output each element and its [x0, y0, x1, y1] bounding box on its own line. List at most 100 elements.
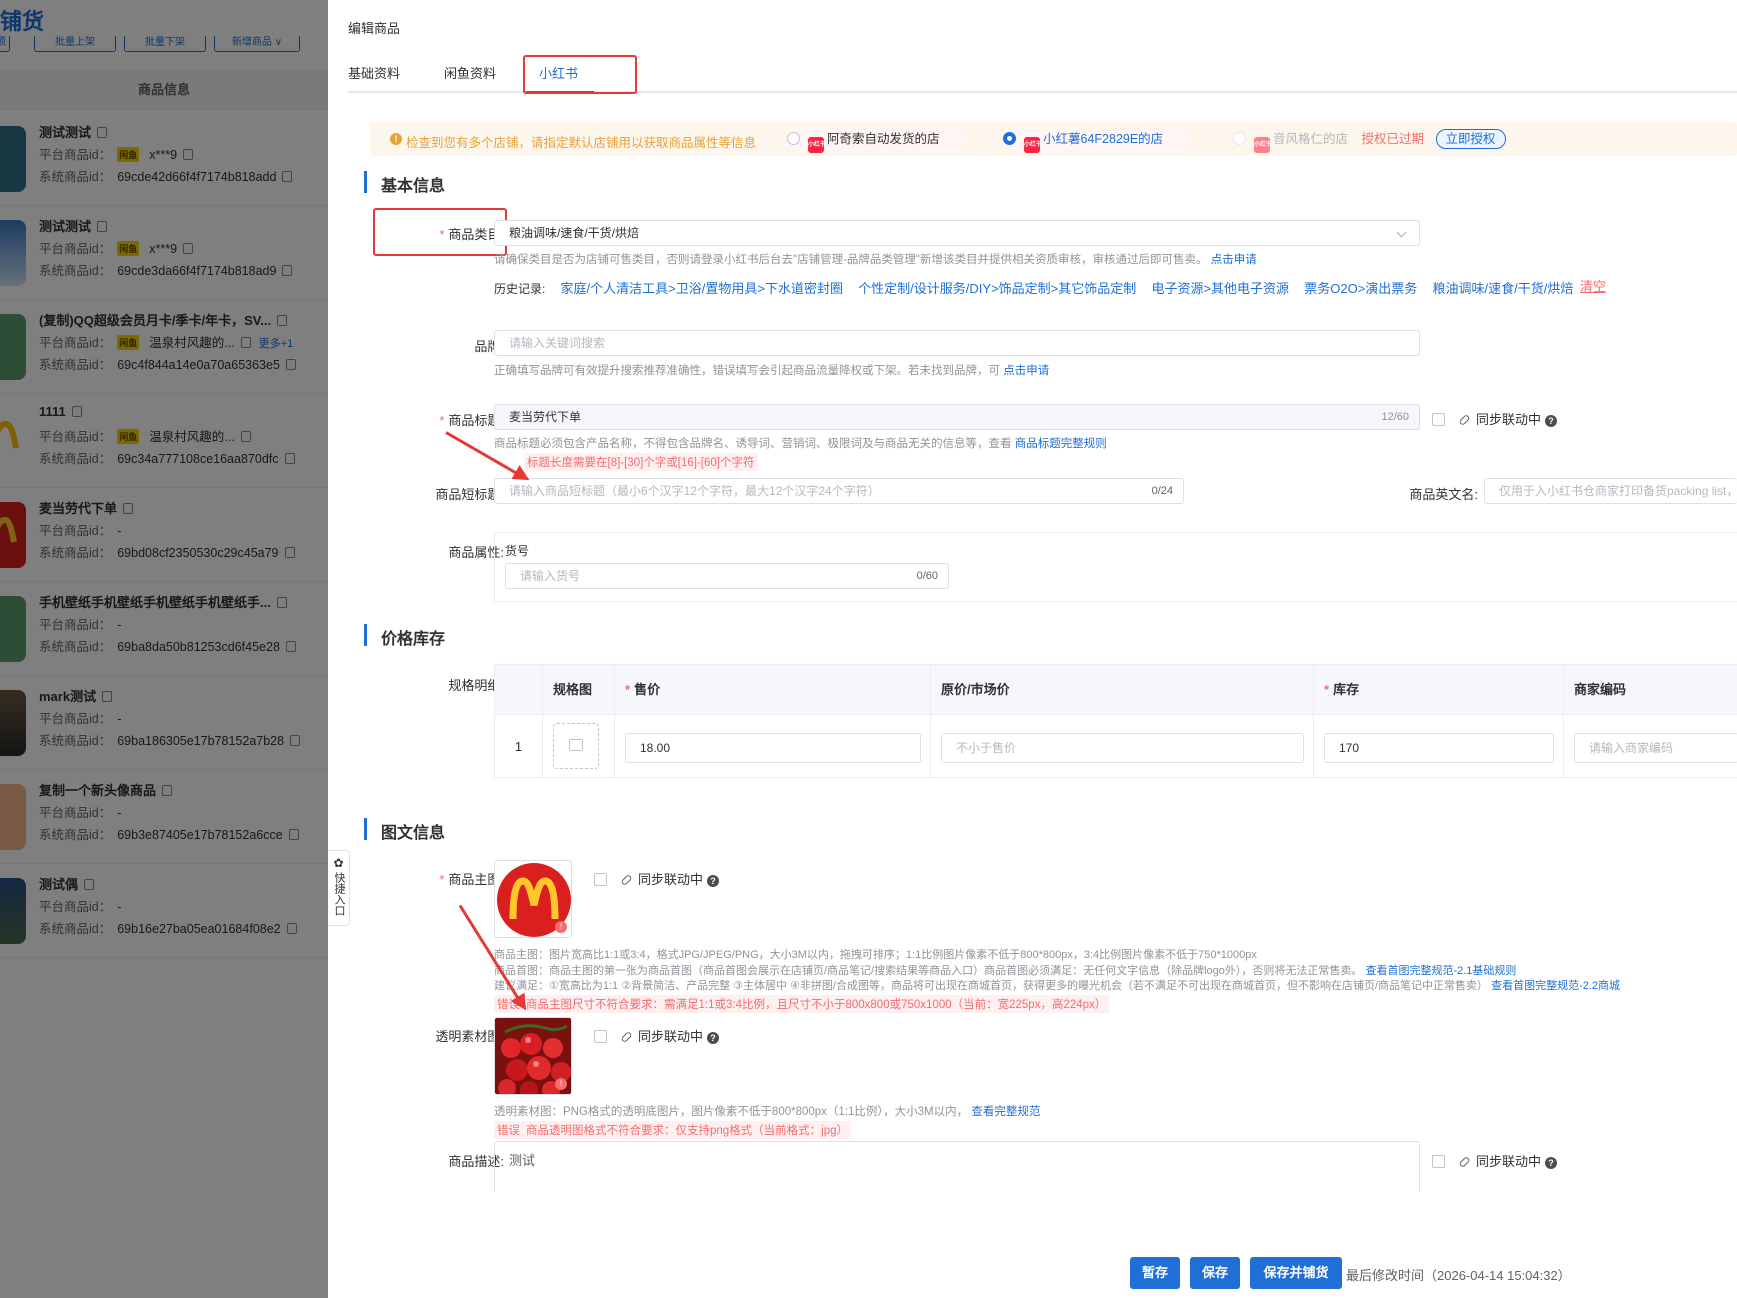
table-header-spec-image: 规格图 — [543, 665, 615, 715]
transparent-image-sync-toggle[interactable]: 同步联动中? — [594, 1026, 720, 1045]
sync-checkbox[interactable] — [1432, 413, 1445, 426]
draft-button[interactable]: 暂存 — [1130, 1257, 1180, 1289]
merchant-code-cell: 请输入商家编码 — [1564, 715, 1737, 778]
history-item[interactable]: 票务O2O>演出票务 — [1304, 281, 1417, 296]
apply-brand-link[interactable]: 点击申请 — [1003, 365, 1049, 377]
overlay-mask[interactable] — [0, 0, 328, 1298]
help-icon[interactable]: ? — [1545, 1157, 1558, 1169]
english-name-input[interactable]: 仅用于入小红书仓商家打印备货packing list， — [1484, 478, 1737, 504]
help-icon[interactable]: ? — [707, 875, 720, 887]
orig-price-input[interactable]: 不小于售价 — [941, 733, 1304, 763]
section-price-stock: 价格库存 — [364, 624, 445, 649]
tab-xianyu-info[interactable]: 闲鱼资料 — [444, 63, 496, 82]
spec-image-upload[interactable] — [553, 723, 599, 769]
table-row-index: 1 — [495, 715, 543, 778]
description-sync-toggle[interactable]: 同步联动中? — [1432, 1151, 1558, 1170]
short-title-input[interactable]: 请输入商品短标题（最小6个汉字12个字符，最大12个汉字24个字符） 0/24 — [494, 478, 1184, 504]
title-label: * 商品标题: — [439, 413, 504, 428]
quick-entry-label: 快捷入口 — [333, 872, 345, 916]
sync-checkbox[interactable] — [594, 1030, 607, 1043]
radio-icon[interactable] — [1233, 132, 1246, 145]
brand-search-input[interactable]: 请输入关键词搜索 — [494, 330, 1420, 356]
description-label: 商品描述: — [448, 1154, 504, 1169]
main-image-rules-link[interactable]: 查看首图完整规范-2.1基础规则 — [1365, 965, 1516, 977]
shop-option-3[interactable]: 小红书音风格仁的店 授权已过期 立即授权 — [1233, 129, 1523, 153]
main-image-thumbnail[interactable]: ! — [494, 860, 572, 938]
history-item[interactable]: 家庭/个人清洁工具>卫浴/置物用具>下水道密封圈 — [561, 281, 843, 296]
link-icon — [1458, 413, 1471, 427]
history-label: 历史记录: — [494, 282, 546, 296]
stock-input[interactable]: 170 — [1324, 733, 1554, 763]
main-image-sync-toggle[interactable]: 同步联动中? — [594, 869, 720, 888]
shop-notice-bar: ! 检查到您有多个店铺，请指定默认店铺用以获取商品属性等信息 小红书阿奇索自动发… — [370, 122, 1737, 156]
short-title-char-count: 0/24 — [1151, 485, 1173, 497]
save-and-publish-button[interactable]: 保存并铺货 — [1250, 1257, 1342, 1289]
sync-checkbox[interactable] — [594, 873, 607, 886]
brand-label: 品牌: — [474, 339, 504, 354]
transparent-image-thumbnail[interactable]: ! — [494, 1017, 572, 1095]
spec-image-cell — [543, 715, 615, 778]
english-name-label: 商品英文名: — [1409, 487, 1478, 502]
radio-icon[interactable] — [787, 132, 800, 145]
description-textarea[interactable]: 测试 — [494, 1141, 1420, 1191]
gear-icon: ✿ — [333, 856, 344, 870]
sku-input[interactable]: 请输入货号 0/60 — [505, 563, 949, 589]
main-image-hint-1: 商品主图：图片宽高比1:1或3:4，格式JPG/JPEG/PNG，大小3M以内，… — [494, 949, 1257, 961]
section-media-info: 图文信息 — [364, 818, 445, 843]
transparent-image-hint: 透明素材图：PNG格式的透明底图片，图片像素不低于800*800px（1:1比例… — [494, 1106, 1041, 1118]
attributes-label: 商品属性: — [448, 545, 504, 560]
tab-basic-info[interactable]: 基础资料 — [348, 63, 400, 82]
orig-price-cell: 不小于售价 — [931, 715, 1314, 778]
chevron-down-icon — [1396, 227, 1407, 238]
shop-option-2[interactable]: 小红书小红薯64F2829E的店 — [1003, 129, 1193, 153]
short-title-label: 商品短标题: — [435, 487, 504, 502]
sku-label: 货号 — [505, 544, 530, 558]
main-image-label: * 商品主图: — [439, 872, 504, 887]
link-icon — [620, 873, 633, 887]
history-item[interactable]: 粮油调味/速食/干货/烘焙 — [1433, 281, 1574, 296]
sku-char-count: 0/60 — [916, 570, 938, 582]
transparent-image-error: 错误 商品透明图格式不符合要求：仅支持png格式（当前格式：jpg） — [494, 1121, 852, 1139]
title-char-count: 12/60 — [1381, 411, 1409, 423]
title-hint: 商品标题必须包含产品名称，不得包含品牌名、诱导词、营销词、极限词及与商品无关的信… — [494, 438, 1107, 450]
warning-icon: ! — [390, 133, 402, 145]
spec-table: 规格图 * 售价 原价/市场价 * 库存 商家编码 1 18.00 不小于售价 17… — [494, 664, 1737, 778]
category-history: 历史记录: 家庭/个人清洁工具>卫浴/置物用具>下水道密封圈 个性定制/设计服务… — [494, 278, 1585, 297]
title-error: 标题长度需要在[8]-[30]个字或[16]-[60]个字符 — [524, 453, 758, 471]
main-image-hint-2: 商品首图：商品主图的第一张为商品首图（商品首图会展示在店铺页/商品笔记/搜索结果… — [494, 965, 1517, 977]
title-input[interactable]: 麦当劳代下单 12/60 — [494, 404, 1420, 430]
help-icon[interactable]: ? — [1545, 415, 1558, 427]
merchant-code-input[interactable]: 请输入商家编码 — [1574, 733, 1737, 763]
sync-checkbox[interactable] — [1432, 1155, 1445, 1168]
xiaohongshu-logo-icon: 小红书 — [1024, 137, 1042, 153]
table-header-stock: * 库存 — [1314, 665, 1564, 715]
title-sync-toggle[interactable]: 同步联动中? — [1432, 409, 1558, 428]
radio-selected-icon[interactable] — [1003, 132, 1016, 145]
shop-name: 小红薯64F2829E的店 — [1043, 132, 1164, 146]
apply-category-link[interactable]: 点击申请 — [1211, 254, 1257, 266]
brand-hint: 正确填写品牌可有效提升搜索推荐准确性，错误填写会引起商品流量降权或下架。若未找到… — [494, 365, 1050, 377]
attributes-box: 货号 请输入货号 0/60 — [494, 532, 1737, 602]
help-icon[interactable]: ? — [707, 1032, 720, 1044]
screen: 铺货 项 批量上架 批量下架 新增商品 ∨ 商品信息 测试测试平台商品id：闲鱼… — [0, 0, 1737, 1298]
price-input[interactable]: 18.00 — [625, 733, 921, 763]
history-item[interactable]: 电子资源>其他电子资源 — [1151, 281, 1289, 296]
link-icon — [1458, 1155, 1471, 1169]
quick-entry-tab[interactable]: ✿ 快捷入口 — [328, 850, 350, 926]
clear-history-link[interactable]: 清空 — [1580, 276, 1606, 295]
shop-name: 阿奇索自动发货的店 — [827, 132, 940, 146]
mall-rules-link[interactable]: 查看首图完整规范-2.2商城 — [1491, 980, 1620, 992]
table-header-merchant-code: 商家编码 — [1564, 665, 1737, 715]
save-button[interactable]: 保存 — [1190, 1257, 1240, 1289]
error-badge-icon: ! — [555, 1078, 567, 1090]
category-select[interactable]: 粮油调味/速食/干货/烘焙 — [494, 220, 1420, 246]
category-hint: 请确保类目是否为店铺可售类目，否则请登录小红书后台去"店铺管理-品牌品类管理"新… — [494, 254, 1257, 266]
link-icon — [620, 1030, 633, 1044]
title-rules-link[interactable]: 商品标题完整规则 — [1015, 438, 1107, 450]
main-image-error: 错误 商品主图尺寸不符合要求：需满足1:1或3:4比例，且尺寸不小于800x800… — [494, 995, 1110, 1013]
table-header-index — [495, 665, 543, 715]
transparent-rules-link[interactable]: 查看完整规范 — [971, 1106, 1040, 1118]
authorize-now-button[interactable]: 立即授权 — [1435, 129, 1506, 149]
history-item[interactable]: 个性定制/设计服务/DIY>饰品定制>其它饰品定制 — [858, 281, 1136, 296]
shop-option-1[interactable]: 小红书阿奇索自动发货的店 — [787, 129, 967, 153]
